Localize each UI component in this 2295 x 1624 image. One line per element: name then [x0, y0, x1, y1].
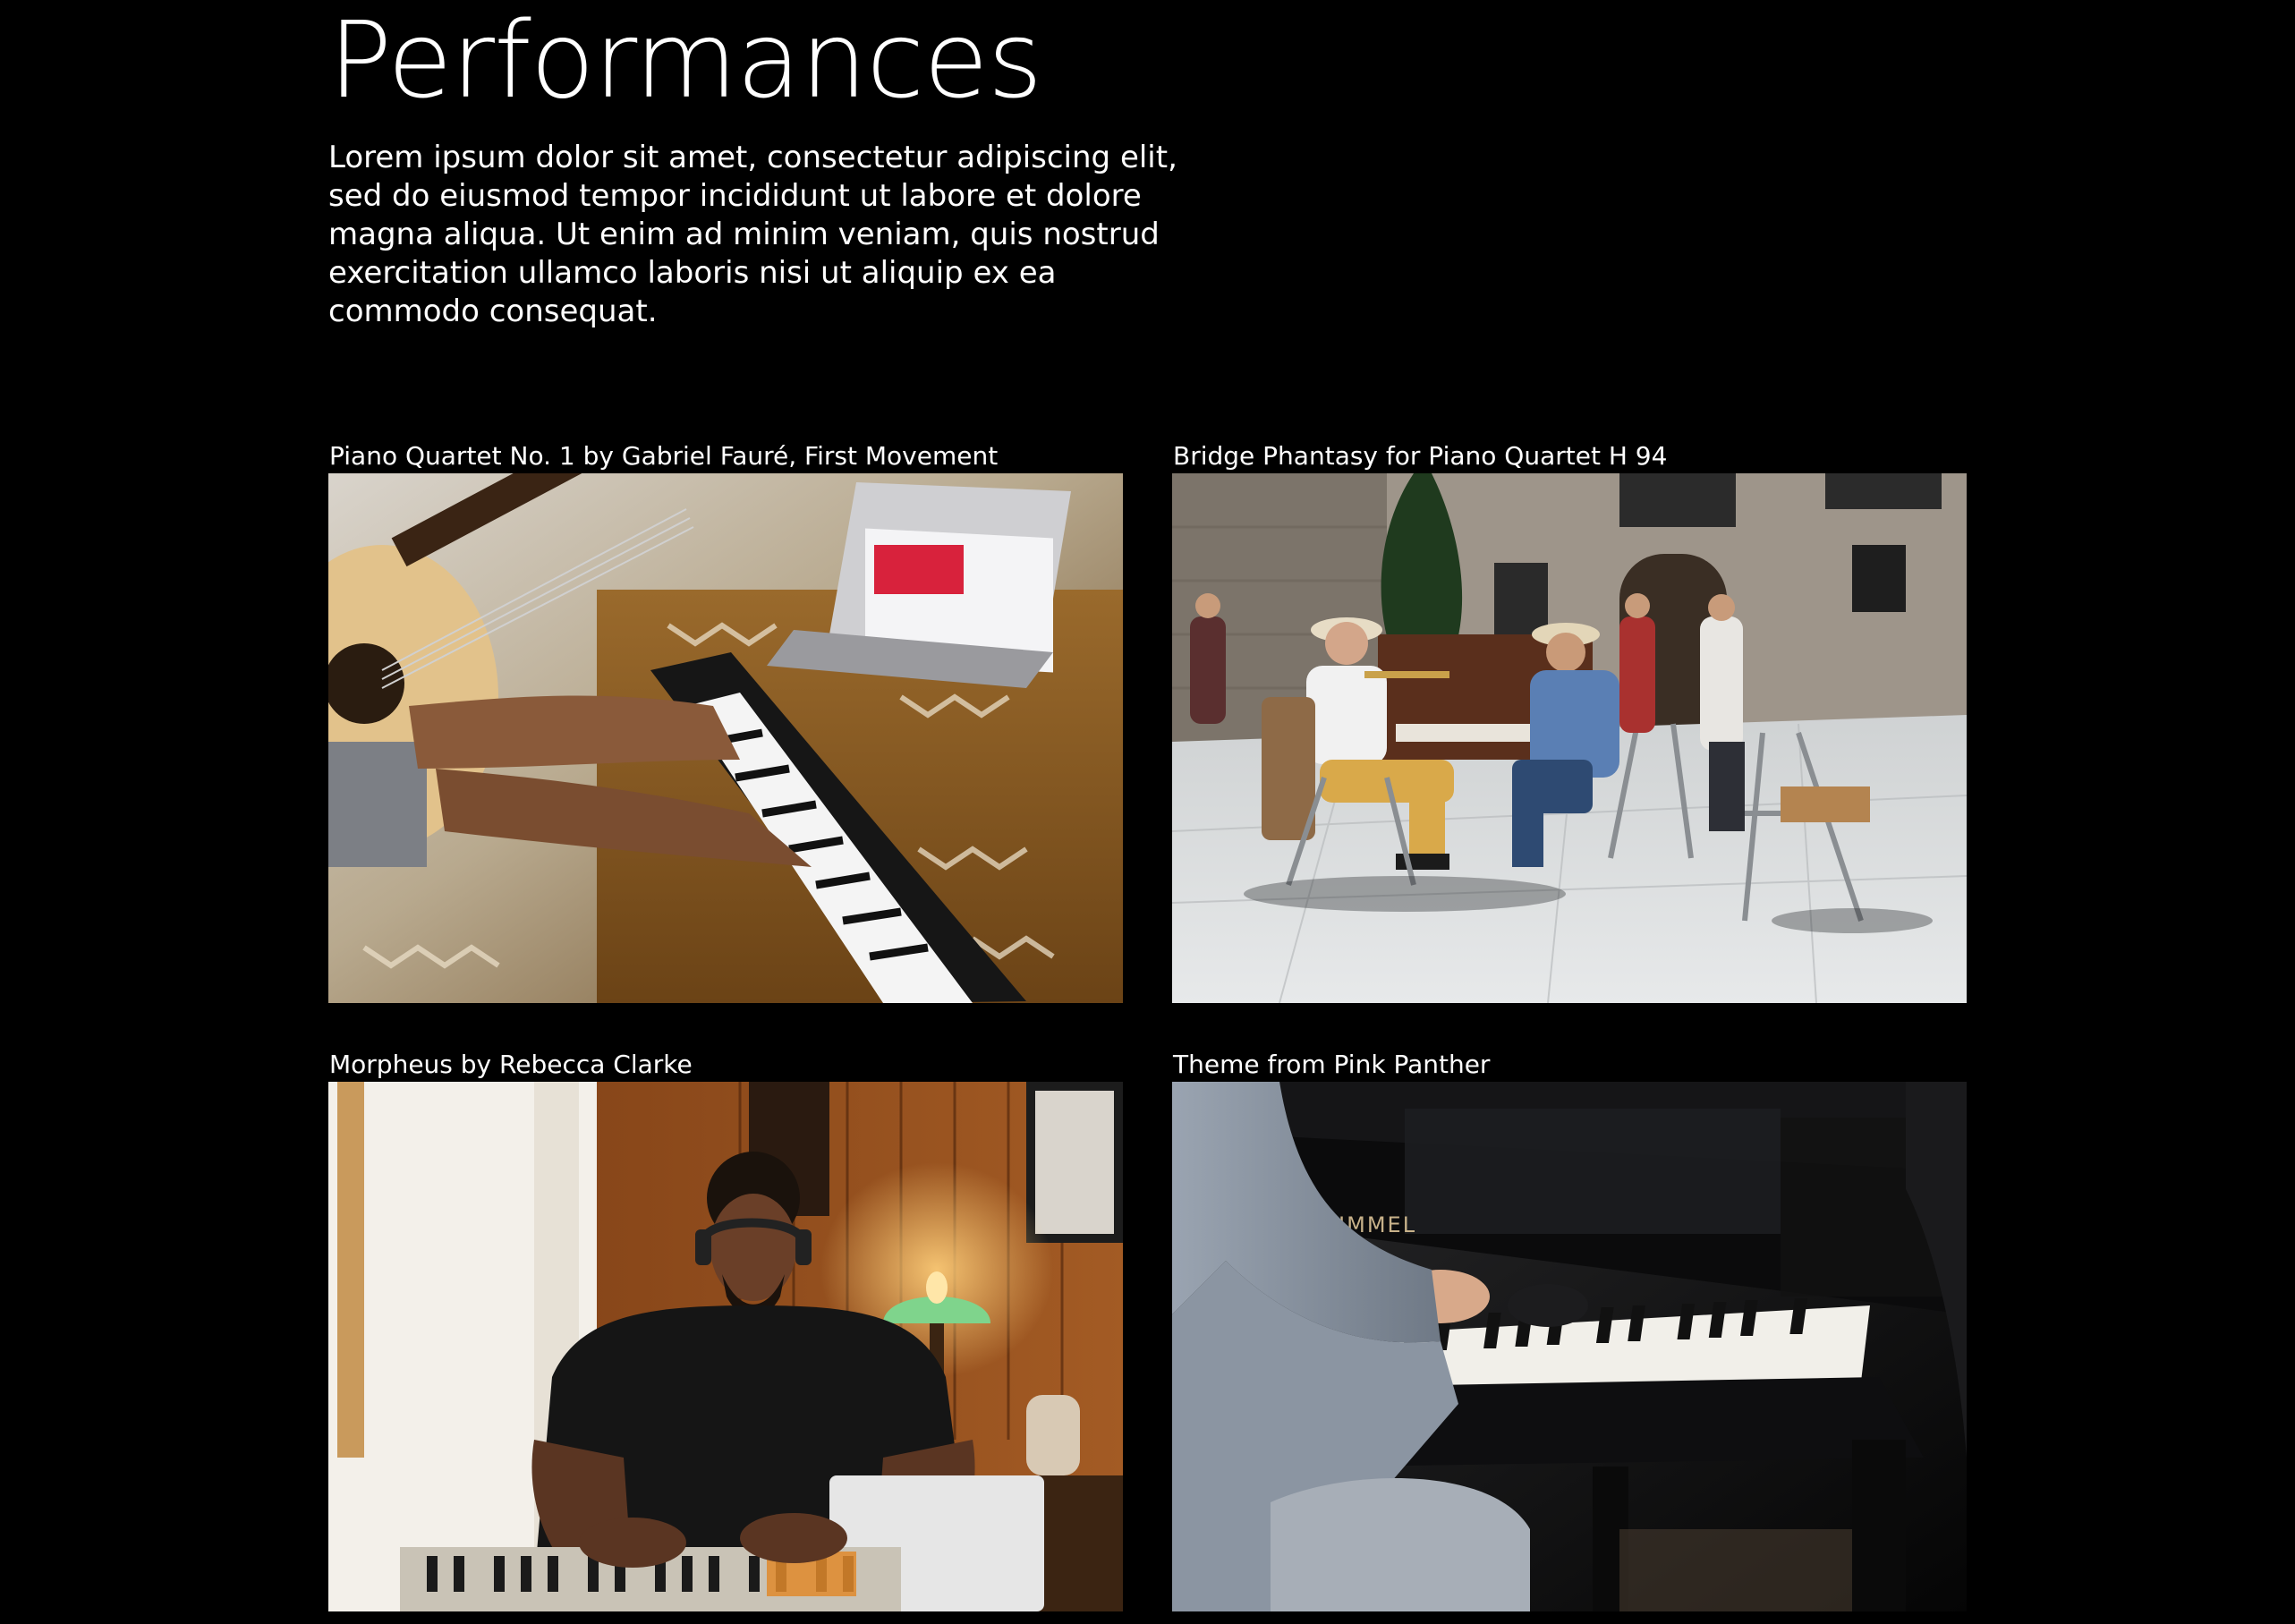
intro-paragraph: Lorem ipsum dolor sit amet, consectetur … [328, 140, 1177, 329]
performance-title: Morpheus by Rebecca Clarke [329, 1050, 693, 1079]
performance-title: Bridge Phantasy for Piano Quartet H 94 [1173, 441, 1668, 471]
musician-with-headphones-photo[interactable] [328, 1082, 1123, 1611]
performance-title: Theme from Pink Panther [1173, 1050, 1491, 1079]
performance-title: Piano Quartet No. 1 by Gabriel Fauré, Fi… [329, 441, 999, 471]
performance-card-clarke[interactable]: Morpheus by Rebecca Clarke [328, 1050, 1123, 1611]
keyboard-and-guitar-photo[interactable] [328, 473, 1123, 1003]
page-title: Performances [328, 0, 1042, 122]
grand-piano-photo[interactable]: SCHIMMEL [1172, 1082, 1967, 1611]
performance-card-pink-panther[interactable]: Theme from Pink Panther SCHIMMEL [1172, 1050, 1967, 1611]
performance-card-faure[interactable]: Piano Quartet No. 1 by Gabriel Fauré, Fi… [328, 442, 1123, 1003]
performances-section: Performances Lorem ipsum dolor sit amet,… [328, 0, 1968, 1624]
street-musicians-photo[interactable] [1172, 473, 1967, 1003]
performance-card-bridge[interactable]: Bridge Phantasy for Piano Quartet H 94 [1172, 442, 1967, 1003]
